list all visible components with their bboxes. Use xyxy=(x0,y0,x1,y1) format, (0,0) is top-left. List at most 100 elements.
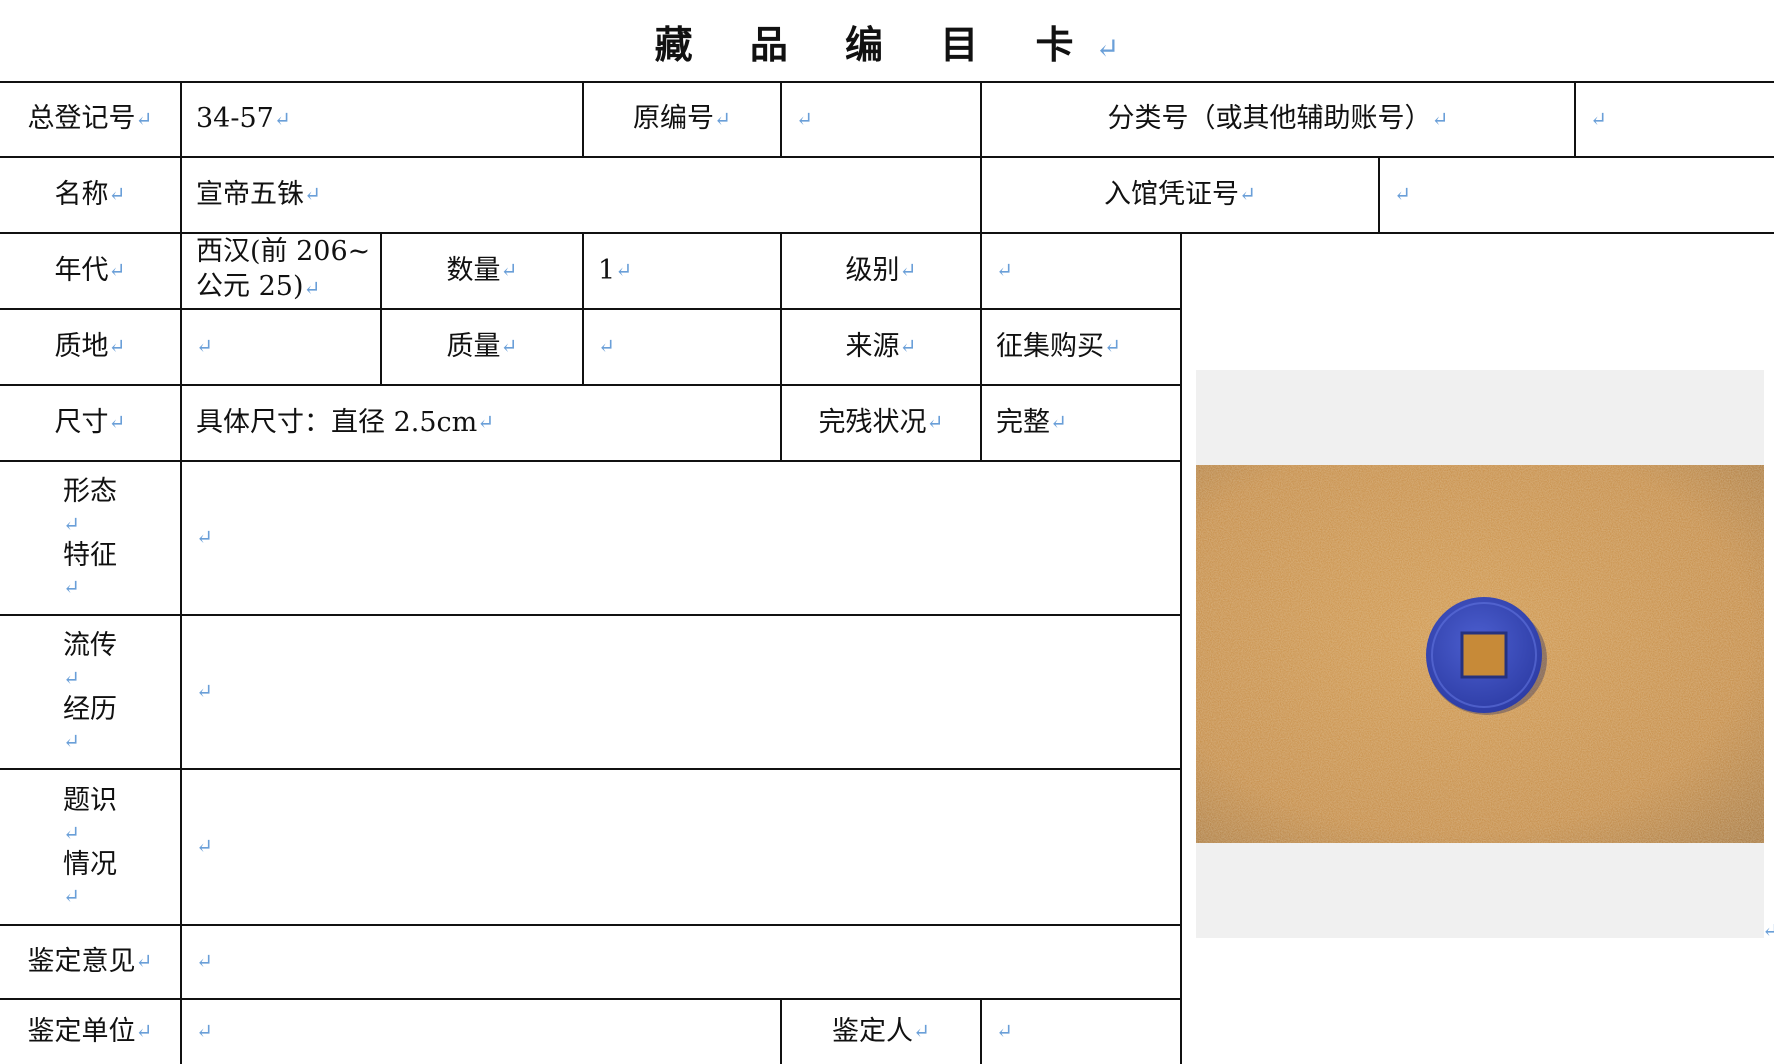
return-mark-icon: ↵ xyxy=(196,949,213,974)
label-text-line-2: 特征 xyxy=(63,540,117,571)
field-value: 34-57 xyxy=(196,103,274,135)
return-mark-icon: ↵ xyxy=(63,729,80,754)
field-value: 1 xyxy=(598,254,616,286)
return-mark-icon: ↵ xyxy=(196,1019,213,1044)
label-text: 级别 xyxy=(845,254,900,286)
label-text-line-2: 经历 xyxy=(63,694,117,725)
return-mark-icon: ↵ xyxy=(1394,182,1411,207)
return-mark-icon: ↵ xyxy=(135,106,153,131)
field-zhiliang[interactable]: ↵ xyxy=(584,310,780,384)
return-mark-icon: ↵ xyxy=(1762,918,1774,942)
label-text-line-1: 形态 xyxy=(63,476,117,508)
label-liuchuan: 流传 ↵ 经历 ↵ xyxy=(0,616,180,768)
label-text: 年代 xyxy=(54,254,109,286)
return-mark-icon: ↵ xyxy=(926,410,944,435)
label-zongdengji: 总登记号 ↵ xyxy=(0,83,180,156)
return-mark-icon: ↵ xyxy=(63,511,80,536)
field-value-line-2: 公元 25) xyxy=(196,271,304,303)
field-zongdengji[interactable]: 34-57 ↵ xyxy=(182,83,582,156)
label-text-line-2: 情况 xyxy=(63,849,117,880)
return-mark-icon: ↵ xyxy=(615,258,633,283)
label-text: 质量 xyxy=(446,330,501,362)
label-jianding-danwei: 鉴定单位 ↵ xyxy=(0,1000,180,1064)
label-xingtai: 形态 ↵ 特征 ↵ xyxy=(0,462,180,614)
label-text: 总登记号 xyxy=(27,103,136,135)
return-mark-icon: ↵ xyxy=(996,1019,1013,1044)
field-chicun[interactable]: 具体尺寸：直径 2.5cm ↵ xyxy=(182,386,780,460)
artifact-photo[interactable] xyxy=(1196,465,1764,843)
field-fenleihao[interactable]: ↵ xyxy=(1576,83,1774,156)
return-mark-icon: ↵ xyxy=(913,1019,930,1044)
label-text-line-1: 题识 xyxy=(63,785,117,817)
field-zhidi[interactable]: ↵ xyxy=(182,310,380,384)
return-mark-icon: ↵ xyxy=(63,884,80,909)
field-ruguan[interactable]: ↵ xyxy=(1380,158,1774,232)
return-mark-icon: ↵ xyxy=(135,1019,153,1044)
return-mark-icon: ↵ xyxy=(63,575,80,600)
return-mark-icon: ↵ xyxy=(1590,106,1607,131)
label-text: 分类号（或其他辅助账号） xyxy=(1107,103,1432,135)
return-mark-icon: ↵ xyxy=(1104,334,1121,359)
return-mark-icon: ↵ xyxy=(108,258,126,283)
label-jibie: 级别 ↵ xyxy=(782,234,980,308)
return-mark-icon: ↵ xyxy=(196,525,213,550)
label-yuanbianhao: 原编号 ↵ xyxy=(584,83,780,156)
label-chicun: 尺寸 ↵ xyxy=(0,386,180,460)
label-text: 原编号 xyxy=(633,103,715,135)
field-wancan[interactable]: 完整 ↵ xyxy=(982,386,1180,460)
field-tishi[interactable]: ↵ xyxy=(182,770,1180,924)
field-value: 完整 xyxy=(996,406,1050,438)
label-zhiliang: 质量 ↵ xyxy=(382,310,582,384)
return-mark-icon: ↵ xyxy=(304,182,321,207)
label-ruguan: 入馆凭证号 ↵ xyxy=(982,158,1378,232)
return-mark-icon: ↵ xyxy=(477,410,495,435)
label-text: 尺寸 xyxy=(54,406,109,438)
label-text: 鉴定人 xyxy=(832,1015,914,1047)
field-value: 征集购买 xyxy=(996,330,1104,362)
return-mark-icon: ↵ xyxy=(796,106,813,131)
label-wancan: 完残状况 ↵ xyxy=(782,386,980,460)
field-yuanbianhao[interactable]: ↵ xyxy=(782,83,980,156)
label-text: 鉴定意见 xyxy=(27,945,136,977)
return-mark-icon: ↵ xyxy=(1050,410,1067,435)
label-jianding-yijian: 鉴定意见 ↵ xyxy=(0,926,180,998)
return-mark-icon: ↵ xyxy=(1239,182,1256,207)
field-laiyuan[interactable]: 征集购买 ↵ xyxy=(982,310,1180,384)
return-mark-icon: ↵ xyxy=(196,679,213,704)
label-laiyuan: 来源 ↵ xyxy=(782,310,980,384)
field-value-line-1: 西汉(前 206~ xyxy=(196,236,371,267)
label-text-line-1: 流传 xyxy=(63,630,117,662)
label-zhidi: 质地 ↵ xyxy=(0,310,180,384)
return-mark-icon: ↵ xyxy=(196,334,213,359)
label-text: 名称 xyxy=(54,178,109,210)
coin-square-hole xyxy=(1460,631,1508,679)
field-jibie[interactable]: ↵ xyxy=(982,234,1180,308)
return-mark-icon: ↵ xyxy=(196,834,213,859)
field-niandai[interactable]: 西汉(前 206~ 公元 25)↵ xyxy=(182,234,380,308)
label-text: 数量 xyxy=(446,254,501,286)
label-text: 质地 xyxy=(54,330,109,362)
return-mark-icon: ↵ xyxy=(303,276,321,301)
field-jianding-danwei[interactable]: ↵ xyxy=(182,1000,780,1064)
field-value: 具体尺寸：直径 2.5cm xyxy=(196,406,478,438)
field-liuchuan[interactable]: ↵ xyxy=(182,616,1180,768)
field-jianding-ren[interactable]: ↵ xyxy=(982,1000,1180,1064)
coin-image xyxy=(1196,465,1764,843)
return-mark-icon: ↵ xyxy=(1095,32,1120,65)
return-mark-icon: ↵ xyxy=(63,665,80,690)
return-mark-icon: ↵ xyxy=(273,106,291,131)
return-mark-icon: ↵ xyxy=(899,258,917,283)
field-shuliang[interactable]: 1 ↵ xyxy=(584,234,780,308)
field-jianding-yijian[interactable]: ↵ xyxy=(182,926,1180,998)
field-value: 宣帝五铢 xyxy=(196,178,304,210)
label-shuliang: 数量 ↵ xyxy=(382,234,582,308)
page-title: 藏 品 编 目 卡↵ xyxy=(0,14,1774,69)
return-mark-icon: ↵ xyxy=(500,334,518,359)
label-jianding-ren: 鉴定人 ↵ xyxy=(782,1000,980,1064)
field-mingcheng[interactable]: 宣帝五铢 ↵ xyxy=(182,158,980,232)
label-text: 入馆凭证号 xyxy=(1104,178,1240,210)
field-xingtai[interactable]: ↵ xyxy=(182,462,1180,614)
return-mark-icon: ↵ xyxy=(996,258,1013,283)
label-niandai: 年代 ↵ xyxy=(0,234,180,308)
label-text: 鉴定单位 xyxy=(27,1015,136,1047)
